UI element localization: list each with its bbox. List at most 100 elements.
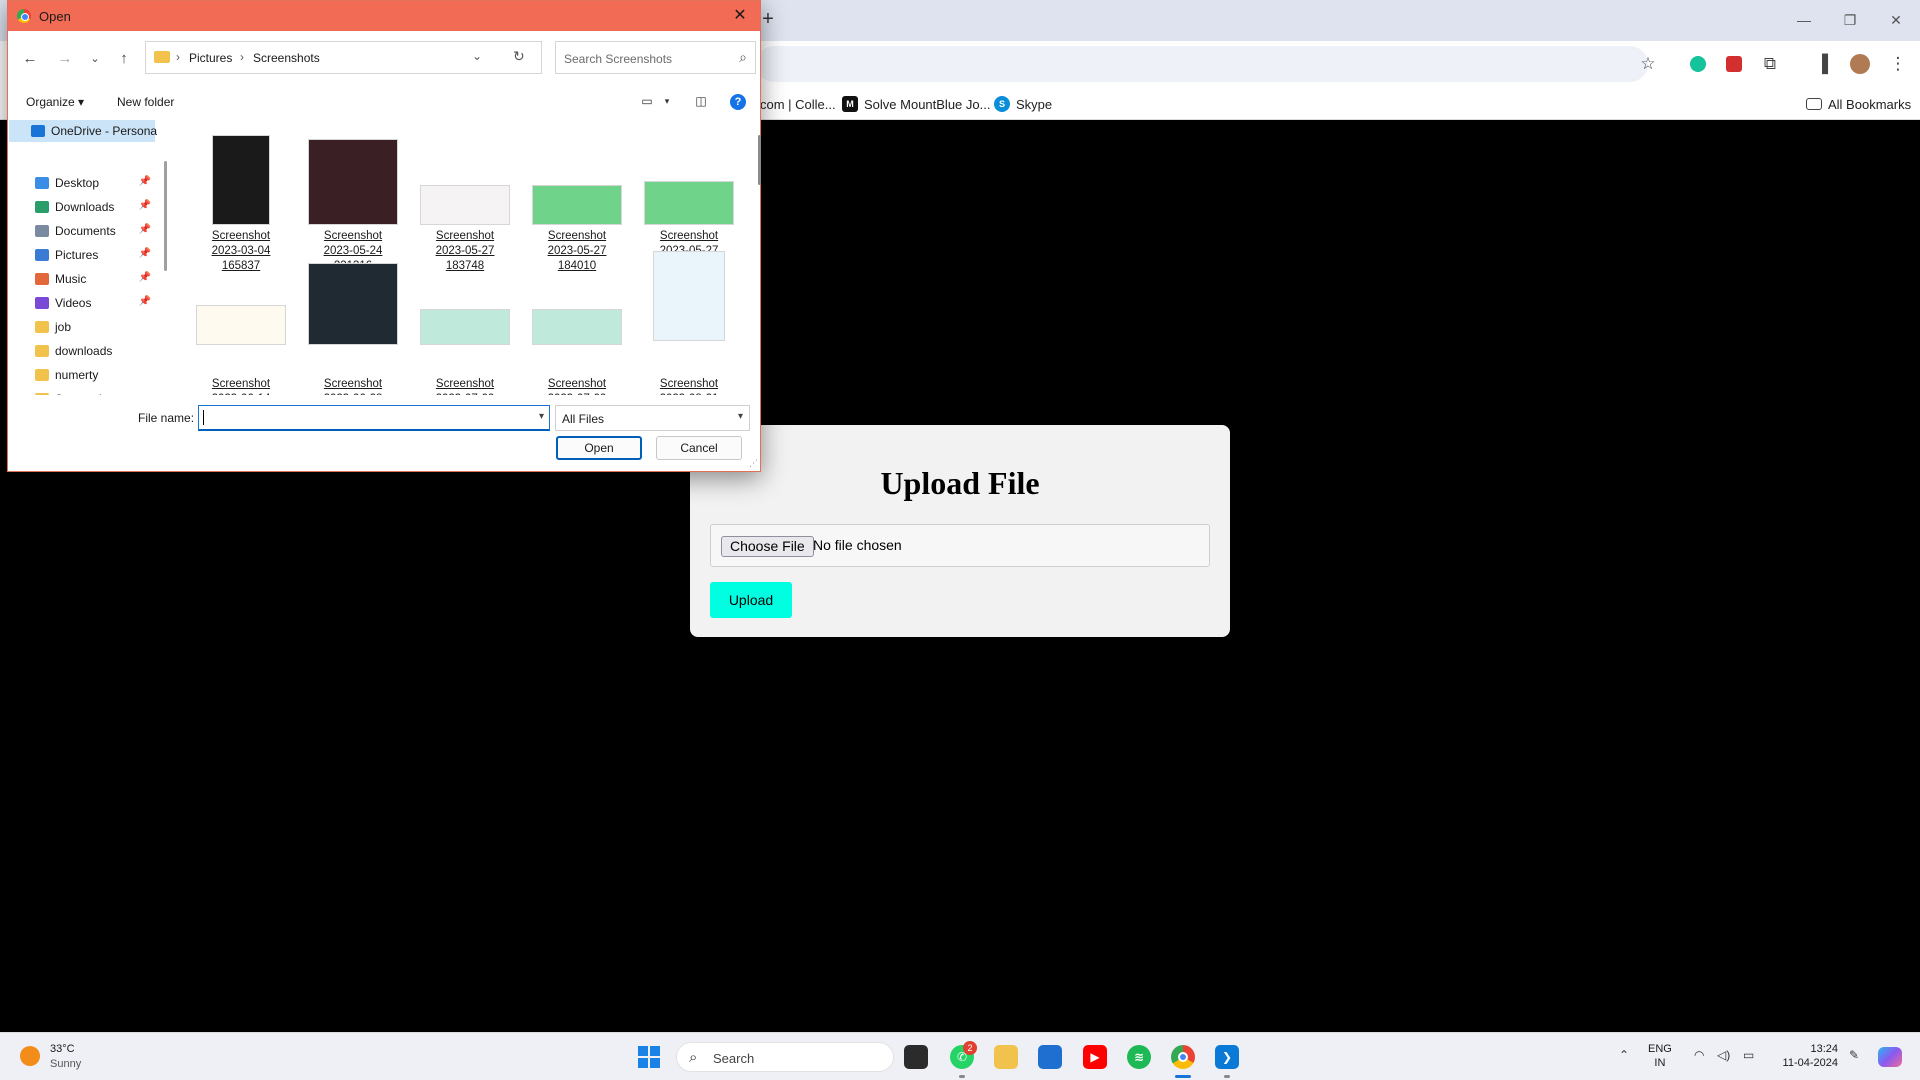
file-tile[interactable]: Screenshot 2023-07-09 xyxy=(410,273,520,395)
file-tile[interactable]: Screenshot 2023-06-28 xyxy=(298,263,408,395)
file-thumbnail xyxy=(196,305,286,345)
file-thumbnail xyxy=(212,135,270,225)
command-bar: Organize ▾ New folder ▭ ▾ ◫ ? xyxy=(8,87,760,117)
copilot-icon[interactable] xyxy=(1878,1047,1902,1067)
file-thumbnail xyxy=(532,185,622,225)
nav-item[interactable]: job xyxy=(9,316,155,338)
nav-item[interactable]: numerty xyxy=(9,364,155,386)
chevron-down-icon[interactable]: ▾ xyxy=(539,411,544,422)
cancel-button[interactable]: Cancel xyxy=(656,436,742,460)
show-hidden-icons-chevron-icon[interactable]: ⌃ xyxy=(1619,1048,1629,1062)
chevron-down-icon[interactable]: ▾ xyxy=(659,94,675,108)
bookmark-item[interactable]: com | Colle... xyxy=(760,94,836,114)
extensions-puzzle-icon[interactable]: ⧉ xyxy=(1756,50,1784,78)
folder-icon xyxy=(1806,98,1822,110)
address-bar[interactable] xyxy=(756,46,1648,82)
breadcrumb-screenshots[interactable]: Screenshots xyxy=(253,51,320,65)
file-name-label: File name: xyxy=(138,411,195,425)
volume-icon[interactable]: ◁) xyxy=(1717,1048,1730,1062)
grammarly-extension-icon[interactable] xyxy=(1684,50,1712,78)
profile-avatar[interactable] xyxy=(1846,50,1874,78)
pdf-extension-icon[interactable] xyxy=(1720,50,1748,78)
nav-item[interactable]: Documents 📌 xyxy=(9,220,155,242)
upload-button[interactable]: Upload xyxy=(710,582,792,618)
new-folder-button[interactable]: New folder xyxy=(117,95,174,109)
start-button[interactable] xyxy=(638,1046,660,1068)
search-input[interactable]: Search Screenshots ⌕ xyxy=(555,41,756,74)
nav-item[interactable]: Screenshots xyxy=(9,388,155,395)
close-icon[interactable]: ✕ xyxy=(720,1,760,31)
nav-item[interactable]: OneDrive - Personal xyxy=(9,120,157,142)
recent-locations-chevron-icon[interactable]: ⌄ xyxy=(83,46,107,70)
wifi-icon[interactable]: ◠ xyxy=(1694,1048,1704,1062)
view-mode-icon[interactable]: ▭ xyxy=(639,94,655,108)
file-tile[interactable]: Screenshot2023-05-24231316 xyxy=(298,125,408,285)
file-type-select[interactable]: All Files ▾ xyxy=(555,405,750,431)
browser-menu-icon[interactable]: ⋮ xyxy=(1884,50,1912,78)
sun-icon[interactable] xyxy=(20,1046,40,1066)
nav-scrollbar[interactable] xyxy=(164,161,167,271)
nav-item-label: Music xyxy=(55,272,87,286)
taskbar-search[interactable]: ⌕ Search xyxy=(676,1042,894,1072)
weather-description[interactable]: Sunny xyxy=(50,1058,81,1070)
file-thumbnail xyxy=(308,139,398,225)
nav-item[interactable]: Desktop 📌 xyxy=(9,172,155,194)
organize-menu[interactable]: Organize ▾ xyxy=(26,95,84,109)
file-explorer-icon[interactable] xyxy=(994,1045,1018,1069)
nav-item[interactable]: downloads xyxy=(9,340,155,362)
file-name-date: 2023-03-04 xyxy=(211,245,271,257)
all-bookmarks-button[interactable]: All Bookmarks xyxy=(1806,94,1911,114)
file-status-text: No file chosen xyxy=(813,537,902,553)
help-icon[interactable]: ? xyxy=(730,94,746,110)
up-arrow-icon[interactable]: ↑ xyxy=(112,46,136,70)
minimize-button[interactable]: — xyxy=(1784,6,1824,34)
microsoft-store-icon[interactable] xyxy=(1038,1045,1062,1069)
nav-item[interactable]: Pictures 📌 xyxy=(9,244,155,266)
spotify-icon[interactable]: ≋ xyxy=(1127,1045,1151,1069)
file-name-date: 2023-05-27 xyxy=(547,245,607,257)
file-tile[interactable]: Screenshot 2023-05-27 183748 xyxy=(410,125,520,285)
preview-pane-icon[interactable]: ◫ xyxy=(693,94,709,108)
nav-item[interactable]: Downloads 📌 xyxy=(9,196,155,218)
nav-item[interactable]: Videos 📌 xyxy=(9,292,155,314)
file-list: Screenshot 2023-03-04 165837 Screenshot 2023… xyxy=(171,117,751,395)
chrome-icon[interactable] xyxy=(1171,1045,1195,1069)
bookmark-item[interactable]: S Skype xyxy=(994,94,1052,114)
language-indicator[interactable]: ENG IN xyxy=(1648,1042,1672,1070)
refresh-icon[interactable]: ↻ xyxy=(513,48,525,65)
breadcrumb[interactable]: › Pictures › Screenshots ⌄ ↻ xyxy=(145,41,542,74)
app-running-indicator xyxy=(959,1075,965,1078)
restore-button[interactable]: ❐ xyxy=(1830,6,1870,34)
file-input[interactable]: Choose File No file chosen xyxy=(710,524,1210,567)
file-name-time: 183748 xyxy=(445,260,485,272)
side-panel-icon[interactable]: ▐ xyxy=(1808,50,1836,78)
notification-bell-icon[interactable]: ✎ xyxy=(1849,1048,1859,1062)
weather-temperature[interactable]: 33°C xyxy=(50,1043,75,1055)
vscode-icon[interactable]: ❯ xyxy=(1215,1045,1239,1069)
dialog-title-bar: Open ✕ xyxy=(8,1,760,31)
back-arrow-icon[interactable]: ← xyxy=(18,46,42,70)
resize-grip-icon[interactable]: ⋰ xyxy=(749,458,758,469)
file-name-input[interactable]: ▾ xyxy=(198,405,550,431)
battery-icon[interactable]: ▭ xyxy=(1743,1048,1754,1062)
close-window-button[interactable]: ✕ xyxy=(1876,6,1916,34)
chevron-down-icon[interactable]: ⌄ xyxy=(472,49,482,63)
bookmark-item[interactable]: M Solve MountBlue Jo... xyxy=(842,94,990,114)
file-tile[interactable]: Screenshot 2023-06-14 xyxy=(186,273,296,395)
videos-icon xyxy=(35,297,49,309)
forward-arrow-icon[interactable]: → xyxy=(53,46,77,70)
system-clock[interactable]: 13:24 11-04-2024 xyxy=(1776,1042,1838,1070)
bookmark-star-icon[interactable]: ☆ xyxy=(1634,50,1662,78)
youtube-icon[interactable]: ▶ xyxy=(1083,1045,1107,1069)
breadcrumb-pictures[interactable]: Pictures xyxy=(189,51,232,65)
open-button[interactable]: Open xyxy=(556,436,642,460)
task-view-icon[interactable] xyxy=(904,1045,928,1069)
file-tile[interactable]: Screenshot 2023-07-09 xyxy=(522,273,632,395)
file-tile[interactable]: Screenshot 2023-05-27 184010 xyxy=(522,125,632,285)
file-name-date: 2023-07-09 xyxy=(410,392,520,395)
choose-file-button[interactable]: Choose File xyxy=(721,536,814,557)
file-list-scrollbar[interactable] xyxy=(758,135,761,185)
file-tile[interactable]: Screenshot 2023-03-04 165837 xyxy=(186,125,296,285)
nav-item[interactable]: Music 📌 xyxy=(9,268,155,290)
file-tile[interactable]: Screenshot 2023-08-21 xyxy=(634,251,744,395)
